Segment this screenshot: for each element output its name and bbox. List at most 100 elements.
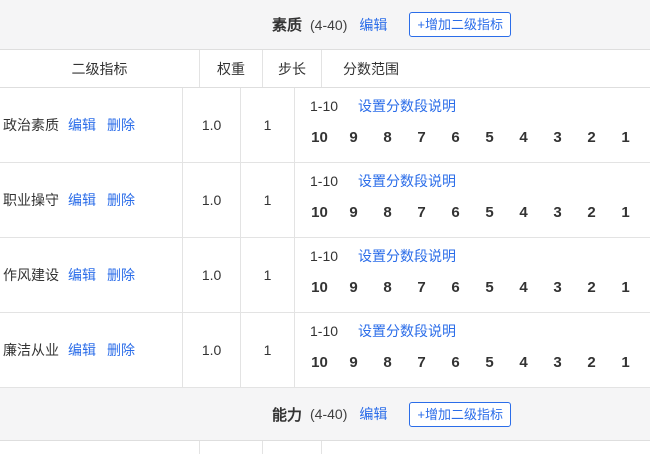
score-value: 7: [417, 129, 426, 146]
sliver-cell: [263, 441, 322, 454]
sliver-cell: [200, 441, 263, 454]
indicator-name-cell: 廉洁从业 编辑 删除: [0, 313, 184, 387]
step-value: 1: [241, 88, 295, 162]
score-value: 3: [553, 279, 562, 296]
header-step: 步长: [263, 50, 322, 87]
row-delete-link[interactable]: 删除: [107, 190, 135, 210]
add-secondary-indicator-button[interactable]: +增加二级指标: [409, 12, 511, 37]
indicator-name-cell: 作风建设 编辑 删除: [0, 238, 184, 312]
section-title: 素质: [272, 17, 303, 34]
score-range-line: 1-10 设置分数段说明: [310, 97, 650, 116]
score-value: 6: [451, 204, 460, 221]
table-row: 政治素质 编辑 删除 1.0 1 1-10 设置分数段说明 10 9 8 7 6 5 4 3 2…: [0, 88, 650, 163]
score-values: 10 9 8 7 6 5 4 3 2 1: [310, 278, 650, 297]
indicator-name: 作风建设: [3, 267, 59, 283]
score-range-cell: 1-10 设置分数段说明 10 9 8 7 6 5 4 3 2 1: [295, 88, 650, 162]
next-table-header-sliver: [0, 440, 650, 454]
score-value: 5: [485, 279, 494, 296]
table-header-row: 二级指标 权重 步长 分数范围: [0, 49, 650, 88]
score-values: 10 9 8 7 6 5 4 3 2 1: [310, 353, 650, 372]
score-range-value: 1-10: [310, 98, 339, 114]
score-values: 10 9 8 7 6 5 4 3 2 1: [310, 203, 650, 222]
score-value: 4: [519, 279, 528, 296]
row-delete-link[interactable]: 删除: [107, 340, 135, 360]
score-value: 5: [485, 129, 494, 146]
step-value: 1: [241, 238, 295, 312]
set-score-description-link[interactable]: 设置分数段说明: [358, 322, 456, 341]
section-score-range: (4-40): [310, 16, 348, 33]
table-row: 廉洁从业 编辑 删除 1.0 1 1-10 设置分数段说明 10 9 8 7 6 5 4 3 2…: [0, 313, 650, 388]
section-score-range: (4-40): [310, 406, 348, 422]
weight-value: 1.0: [183, 163, 241, 237]
score-value: 6: [451, 354, 460, 371]
score-value: 2: [587, 354, 596, 371]
weight-value: 1.0: [183, 313, 241, 387]
score-value: 9: [349, 279, 358, 296]
score-value: 4: [519, 204, 528, 221]
score-value: 2: [587, 129, 596, 146]
header-secondary-indicator: 二级指标: [0, 50, 200, 87]
indicator-name-cell: 政治素质 编辑 删除: [0, 88, 184, 162]
sliver-cell: [0, 441, 200, 454]
score-range-value: 1-10: [310, 248, 339, 264]
score-range-line: 1-10 设置分数段说明: [310, 322, 650, 341]
weight-value: 1.0: [183, 238, 241, 312]
score-value: 9: [349, 204, 358, 221]
section-edit-link[interactable]: 编辑: [359, 404, 387, 424]
score-value: 4: [519, 129, 528, 146]
sliver-cell: [322, 441, 650, 454]
section-edit-link[interactable]: 编辑: [359, 15, 387, 35]
score-value: 10: [311, 204, 328, 221]
section-title: 能力: [272, 406, 303, 424]
score-value: 2: [587, 204, 596, 221]
score-value: 8: [383, 204, 392, 221]
score-value: 3: [553, 129, 562, 146]
score-value: 6: [451, 129, 460, 146]
row-delete-link[interactable]: 删除: [107, 115, 135, 135]
score-range-line: 1-10 设置分数段说明: [310, 247, 650, 266]
step-value: 1: [241, 163, 295, 237]
score-values: 10 9 8 7 6 5 4 3 2 1: [310, 128, 650, 147]
score-range-cell: 1-10 设置分数段说明 10 9 8 7 6 5 4 3 2 1: [295, 238, 650, 312]
table-row: 作风建设 编辑 删除 1.0 1 1-10 设置分数段说明 10 9 8 7 6 5 4 3 2…: [0, 238, 650, 313]
score-value: 5: [485, 204, 494, 221]
score-value: 8: [383, 354, 392, 371]
score-value: 9: [349, 129, 358, 146]
table-row: 职业操守 编辑 删除 1.0 1 1-10 设置分数段说明 10 9 8 7 6 5 4 3 2…: [0, 163, 650, 238]
score-value: 3: [553, 204, 562, 221]
row-edit-link[interactable]: 编辑: [68, 265, 96, 285]
set-score-description-link[interactable]: 设置分数段说明: [358, 247, 456, 266]
score-value: 1: [621, 204, 630, 221]
score-value: 7: [417, 354, 426, 371]
score-range-value: 1-10: [310, 173, 339, 189]
row-edit-link[interactable]: 编辑: [68, 340, 96, 360]
indicator-name: 廉洁从业: [3, 342, 59, 358]
indicator-name-cell: 职业操守 编辑 删除: [0, 163, 184, 237]
score-value: 2: [587, 279, 596, 296]
score-value: 10: [311, 354, 328, 371]
header-weight: 权重: [200, 50, 263, 87]
score-value: 3: [553, 354, 562, 371]
row-delete-link[interactable]: 删除: [107, 265, 135, 285]
score-value: 5: [485, 354, 494, 371]
score-value: 1: [621, 354, 630, 371]
add-secondary-indicator-button[interactable]: +增加二级指标: [409, 401, 511, 427]
score-value: 6: [451, 279, 460, 296]
section-header-nengli: 能力 (4-40) 编辑 +增加二级指标: [272, 388, 511, 440]
header-score-range: 分数范围: [343, 60, 399, 77]
section-band-suzhi: 素质 (4-40) 编辑 +增加二级指标: [0, 0, 650, 49]
score-value: 8: [383, 279, 392, 296]
score-value: 7: [417, 279, 426, 296]
row-edit-link[interactable]: 编辑: [68, 115, 96, 135]
section-band-nengli: 能力 (4-40) 编辑 +增加二级指标: [0, 388, 650, 440]
set-score-description-link[interactable]: 设置分数段说明: [358, 172, 456, 191]
set-score-description-link[interactable]: 设置分数段说明: [358, 97, 456, 116]
score-range-value: 1-10: [310, 323, 339, 339]
row-edit-link[interactable]: 编辑: [68, 190, 96, 210]
score-range-cell: 1-10 设置分数段说明 10 9 8 7 6 5 4 3 2 1: [295, 163, 650, 237]
score-value: 9: [349, 354, 358, 371]
score-range-cell: 1-10 设置分数段说明 10 9 8 7 6 5 4 3 2 1: [295, 313, 650, 387]
weight-value: 1.0: [183, 88, 241, 162]
score-value: 10: [311, 129, 328, 146]
score-value: 7: [417, 204, 426, 221]
